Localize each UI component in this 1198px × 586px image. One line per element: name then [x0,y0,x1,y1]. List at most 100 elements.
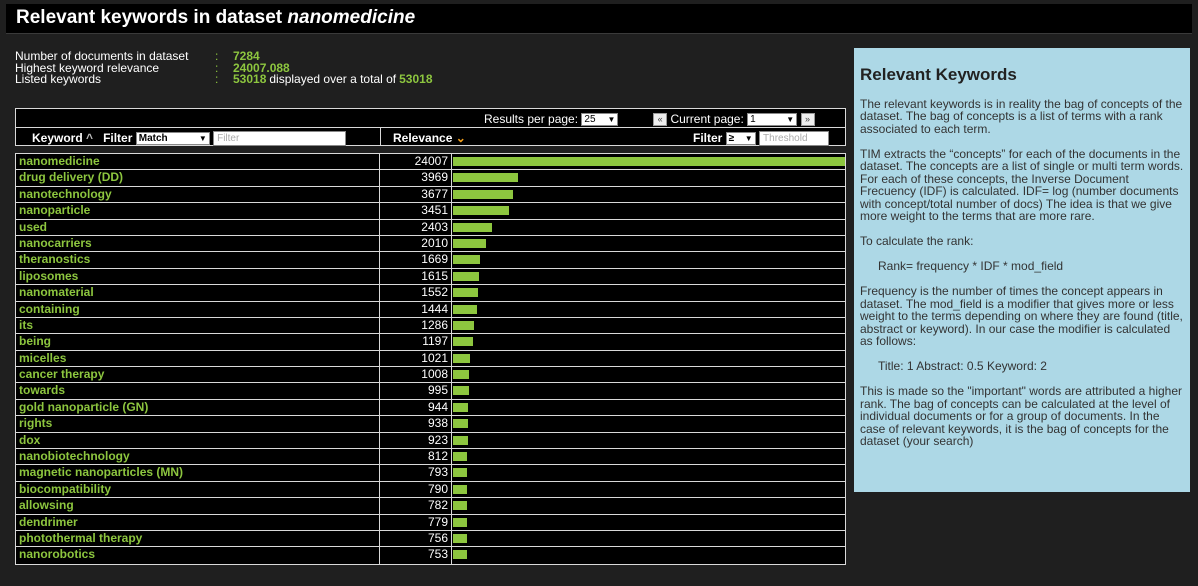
keyword-link[interactable]: dox [16,432,380,449]
keyword-link[interactable]: nanocarriers [16,235,380,252]
table-row: nanobiotechnology 812 [16,449,845,466]
keyword-link[interactable]: theranostics [16,252,380,268]
keyword-link[interactable]: micelles [16,350,380,367]
results-per-page-value: 25 [584,114,596,126]
threshold-input[interactable]: Threshold [759,131,830,147]
relevance-value: 944 [380,399,452,416]
keyword-link[interactable]: nanorobotics [16,547,380,564]
keyword-link[interactable]: nanotechnology [16,186,380,203]
relevance-value: 923 [380,432,452,449]
relevance-value: 2010 [380,235,452,252]
relevance-bar-cell [452,498,845,513]
relevance-bar [453,304,477,314]
keyword-link[interactable]: biocompatibility [16,481,380,498]
keyword-link[interactable]: used [16,219,380,235]
keyword-link[interactable]: nanobiotechnology [16,449,380,465]
table-row: drug delivery (DD) 3969 [16,170,845,187]
keyword-filter-mode-select[interactable]: Match ▼ [135,132,210,146]
keywords-table: nanomedicine 24007 drug delivery (DD) 3969 n… [15,153,846,565]
keyword-link[interactable]: photothermal therapy [16,530,380,547]
results-per-page-label: Results per page: [484,112,579,126]
stat-separator: : [215,72,219,86]
dataset-name: nanomedicine [287,7,416,28]
results-per-page-select[interactable]: 25 ▼ [581,113,619,127]
relevance-bar [453,206,509,216]
relevance-bar-cell [452,236,845,251]
table-row: nanomedicine 24007 [16,154,845,171]
relevance-bar [453,386,469,396]
filter-mode-value: Match [138,133,168,145]
relevance-value: 24007 [380,154,452,170]
table-row: liposomes 1615 [16,268,845,286]
table-row: nanotechnology 3677 [16,186,845,204]
relevance-bar-cell [452,170,845,185]
keyword-link[interactable]: nanomaterial [16,285,380,301]
current-page-value: 1 [750,114,756,126]
keyword-link[interactable]: rights [16,416,380,432]
relevance-bar-cell [452,449,845,464]
keyword-link[interactable]: liposomes [16,268,380,285]
keyword-link[interactable]: allowsing [16,498,380,514]
keyword-link[interactable]: being [16,334,380,350]
table-row: dendrimer 779 [16,514,845,531]
table-row: towards 995 [16,383,845,400]
keyword-link[interactable]: nanomedicine [16,154,380,170]
table-row: nanoparticle 3451 [16,203,845,220]
relevance-bar [453,271,479,281]
rank-formula: Rank= frequency * IDF * mod_field [878,259,1064,273]
keyword-link[interactable]: magnetic nanoparticles (MN) [16,465,380,481]
table-row: its 1286 [16,317,845,335]
table-row: dox 923 [16,432,845,450]
keyword-link[interactable]: nanoparticle [16,203,380,219]
relevance-value: 753 [380,547,452,564]
next-page-button[interactable]: » [800,113,815,127]
relevance-value: 938 [380,416,452,432]
relevance-bar-cell [452,547,845,563]
table-row: theranostics 1669 [16,252,845,269]
relevance-bar-cell [452,515,845,530]
relevance-bar [453,484,467,494]
relevance-value: 756 [380,530,452,547]
relevance-value: 812 [380,449,452,465]
keyword-filter-label: Filter [103,131,133,145]
relevance-value: 3451 [380,203,452,219]
relevance-value: 1197 [380,334,452,350]
relevance-bar-cell [452,400,845,415]
keyword-link[interactable]: towards [16,383,380,399]
chevron-down-icon: ▼ [744,134,753,144]
relevance-bar-cell [452,252,845,267]
table-row: cancer therapy 1008 [16,367,845,384]
keyword-link[interactable]: gold nanoparticle (GN) [16,399,380,416]
table-row: nanomaterial 1552 [16,285,845,302]
relevance-sort-button[interactable]: Relevance ⌄ [393,131,466,145]
relevance-bar [453,517,467,527]
controls-divider [16,127,845,128]
keyword-sort-button[interactable]: Keyword ^ [32,131,93,145]
table-row: containing 1444 [16,301,845,318]
relevance-bar-cell [452,154,845,169]
relevance-value: 1669 [380,252,452,268]
table-row: being 1197 [16,334,845,351]
relevance-bar [453,173,518,183]
info-panel: Relevant Keywords The relevant keywords … [854,48,1190,492]
keyword-link[interactable]: containing [16,301,380,317]
pagination-bar: Results per page: 25 ▼ « Current page: 1 ▼… [484,112,815,127]
current-page-select[interactable]: 1 ▼ [747,113,798,127]
sort-up-icon: ^ [86,131,94,145]
prev-page-button[interactable]: « [653,113,668,127]
relevance-bar [453,419,468,429]
keyword-header-label: Keyword [32,131,83,145]
relevance-bar-cell [452,416,845,431]
keyword-link[interactable]: dendrimer [16,514,380,530]
listed-keywords-total: 53018 [399,72,433,86]
table-row: gold nanoparticle (GN) 944 [16,399,845,417]
relevance-bar [453,402,468,412]
relevance-bar [453,222,492,232]
keyword-filter-input[interactable]: Filter [213,131,347,147]
threshold-operator-select[interactable]: ≥ ▼ [725,132,756,146]
relevance-bar-cell [452,285,845,300]
keyword-link[interactable]: cancer therapy [16,367,380,383]
relevance-bar-cell [452,187,845,202]
keyword-link[interactable]: drug delivery (DD) [16,170,380,186]
keyword-link[interactable]: its [16,317,380,334]
